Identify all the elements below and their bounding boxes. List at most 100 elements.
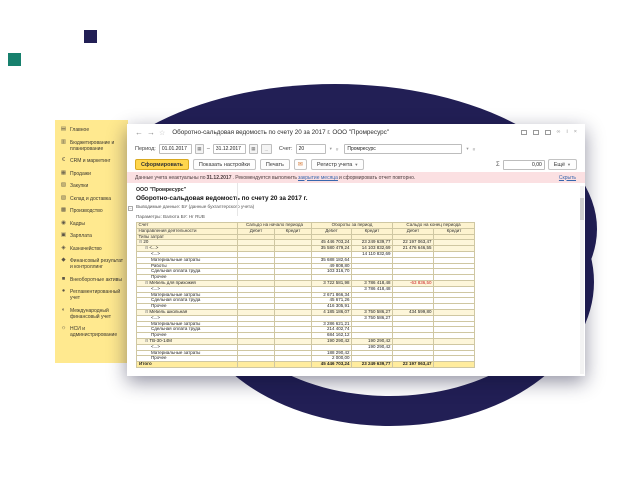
sidebar-item-label: Казначейство: [70, 246, 102, 252]
purchases-icon: ▨: [60, 183, 67, 189]
page-title: Оборотно-сальдовая ведомость по счету 20…: [172, 129, 389, 136]
warning-date: 31.12.2017: [206, 175, 231, 181]
period-options-button[interactable]: ...: [261, 144, 272, 154]
account-field[interactable]: 20: [296, 144, 326, 154]
sidebar-item-label: Бюджетирование и планирование: [70, 140, 126, 152]
report-data-line: Выводимые данные: БУ (данные бухгалтерск…: [136, 204, 575, 209]
header-opening-balance: Сальдо на начало периода: [238, 223, 312, 229]
open-list-icon[interactable]: #: [473, 147, 476, 152]
mail-icon[interactable]: ✉: [294, 159, 307, 170]
warehouse-icon: ▧: [60, 196, 67, 202]
dropdown-icon[interactable]: ▾: [330, 146, 332, 152]
amount-cell[interactable]: 22 197 063,47: [393, 362, 434, 368]
collapse-marker-icon[interactable]: −: [128, 206, 133, 211]
scrollbar-thumb[interactable]: [580, 198, 584, 220]
date-to-field[interactable]: 31.12.2017: [213, 144, 246, 154]
tree-collapse-icon[interactable]: ⊟: [145, 309, 148, 314]
crm-icon: €: [60, 158, 67, 164]
calendar-icon[interactable]: ▦: [249, 144, 258, 154]
report-params-line: Параметры: Валюта БУ: Нг RUB: [136, 214, 575, 219]
organization-field[interactable]: Промресурс: [344, 144, 462, 154]
sidebar-item-salary[interactable]: ▣Зарплата: [60, 233, 126, 239]
print-button[interactable]: Печать: [260, 159, 290, 170]
forward-icon[interactable]: →: [147, 129, 155, 137]
sidebar-item-label: Кадры: [70, 221, 85, 227]
sidebar-item-warehouse[interactable]: ▧Склад и доставка: [60, 196, 126, 202]
report-area: − ООО "Промресурс" Оборотно-сальдовая ве…: [127, 183, 585, 376]
sidebar-item-admin[interactable]: ☼НСИ и администрирование: [60, 326, 126, 338]
period-label: Период:: [135, 146, 156, 152]
format-icon[interactable]: [521, 130, 527, 135]
favorite-star-icon[interactable]: ☆: [159, 129, 165, 137]
amount-cell[interactable]: [275, 362, 312, 368]
assets-icon: ■: [60, 277, 67, 283]
salary-icon: ▣: [60, 233, 67, 239]
sidebar-item-crm[interactable]: €CRM и маркетинг: [60, 158, 126, 164]
sidebar-item-label: Склад и доставка: [70, 196, 111, 202]
table-row-total[interactable]: Итого 45 446 703,2423 249 639,7722 197 06…: [137, 362, 475, 368]
sidebar-item-label: Зарплата: [70, 233, 92, 239]
column-splitter[interactable]: [237, 183, 238, 216]
decor-teal-square: [8, 53, 21, 66]
sidebar-item-purchases[interactable]: ▨Закупки: [60, 183, 126, 189]
month-close-link[interactable]: закрытие месяца: [298, 175, 338, 181]
print-icon[interactable]: [533, 130, 539, 135]
sidebar-item-label: CRM и маркетинг: [70, 158, 110, 164]
register-button[interactable]: Регистр учета▼: [311, 159, 364, 170]
link-icon[interactable]: ∞: [557, 130, 561, 136]
sidebar-item-label: Международный финансовый учет: [70, 308, 126, 320]
sidebar-item-treasury[interactable]: ◈Казначейство: [60, 246, 126, 252]
sidebar-item-regulated[interactable]: ●Регламентированный учет: [60, 289, 126, 301]
budgeting-icon: ▥: [60, 140, 67, 146]
vertical-scrollbar[interactable]: [580, 186, 584, 374]
chevron-down-icon: ▼: [354, 162, 358, 167]
sidebar-item-label: Закупки: [70, 183, 88, 189]
info-icon[interactable]: i: [567, 130, 568, 136]
dropdown-icon[interactable]: ▾: [466, 146, 468, 152]
tree-collapse-icon[interactable]: ⊟: [139, 240, 142, 245]
production-icon: ▩: [60, 208, 67, 214]
table-header: Счет Сальдо на начало периода Обороты за…: [137, 223, 475, 240]
preview-icon[interactable]: [545, 130, 551, 135]
report-title: Оборотно-сальдовая ведомость по счету 20…: [136, 195, 575, 202]
report-organization: ООО "Промресурс": [136, 187, 575, 193]
generate-button[interactable]: Сформировать: [135, 159, 189, 170]
calendar-icon[interactable]: ▦: [195, 144, 204, 154]
show-settings-button[interactable]: Показать настройки: [193, 159, 256, 170]
sidebar-item-production[interactable]: ▩Производство: [60, 208, 126, 214]
close-icon[interactable]: ×: [574, 130, 577, 136]
amount-cell[interactable]: 45 446 703,24: [312, 362, 352, 368]
sum-field[interactable]: 0,00: [503, 160, 545, 170]
row-label[interactable]: Итого: [137, 362, 238, 368]
more-button[interactable]: Ещё▼: [548, 159, 577, 170]
decor-navy-square: [84, 30, 97, 43]
amount-cell[interactable]: [434, 362, 475, 368]
amount-cell[interactable]: [238, 362, 275, 368]
finresult-icon: ◆: [60, 258, 67, 264]
period-toolbar: Период: 01.01.2017 ▦ – 31.12.2017 ▦ ... …: [127, 141, 585, 157]
sidebar-item-main[interactable]: ▤Главное: [60, 127, 126, 133]
sidebar-item-sales[interactable]: ▦Продажи: [60, 171, 126, 177]
sidebar-item-finresult[interactable]: ◆Финансовый результат и контроллинг: [60, 258, 126, 270]
tree-collapse-icon[interactable]: ⊟: [145, 280, 148, 285]
sidebar-item-budgeting[interactable]: ▥Бюджетирование и планирование: [60, 140, 126, 152]
back-icon[interactable]: ←: [135, 129, 143, 137]
hr-icon: ◉: [60, 221, 67, 227]
report-table: Счет Сальдо на начало периода Обороты за…: [136, 222, 475, 368]
amount-cell[interactable]: 23 249 639,77: [352, 362, 393, 368]
sidebar-item-label: Главное: [70, 127, 89, 133]
tree-collapse-icon[interactable]: ⊟: [145, 338, 148, 343]
open-list-icon[interactable]: #: [336, 147, 339, 152]
sales-icon: ▦: [60, 171, 67, 177]
warning-text: . Рекомендуется выполнить: [233, 175, 297, 181]
tree-collapse-icon[interactable]: ⊟: [145, 246, 148, 251]
sidebar-item-assets[interactable]: ■Внеоборотные активы: [60, 277, 126, 283]
sections-sidebar: ▤Главное▥Бюджетирование и планирование€C…: [55, 120, 128, 363]
sidebar-item-hr[interactable]: ◉Кадры: [60, 221, 126, 227]
admin-icon: ☼: [60, 326, 67, 332]
hide-warning-link[interactable]: Скрыть: [559, 175, 576, 181]
date-from-field[interactable]: 01.01.2017: [159, 144, 192, 154]
sidebar-item-ifrs[interactable]: ◐Международный финансовый учет: [60, 308, 126, 320]
warning-text: Данные учета неактуальны по: [135, 175, 205, 181]
account-label: Счет:: [279, 146, 293, 152]
